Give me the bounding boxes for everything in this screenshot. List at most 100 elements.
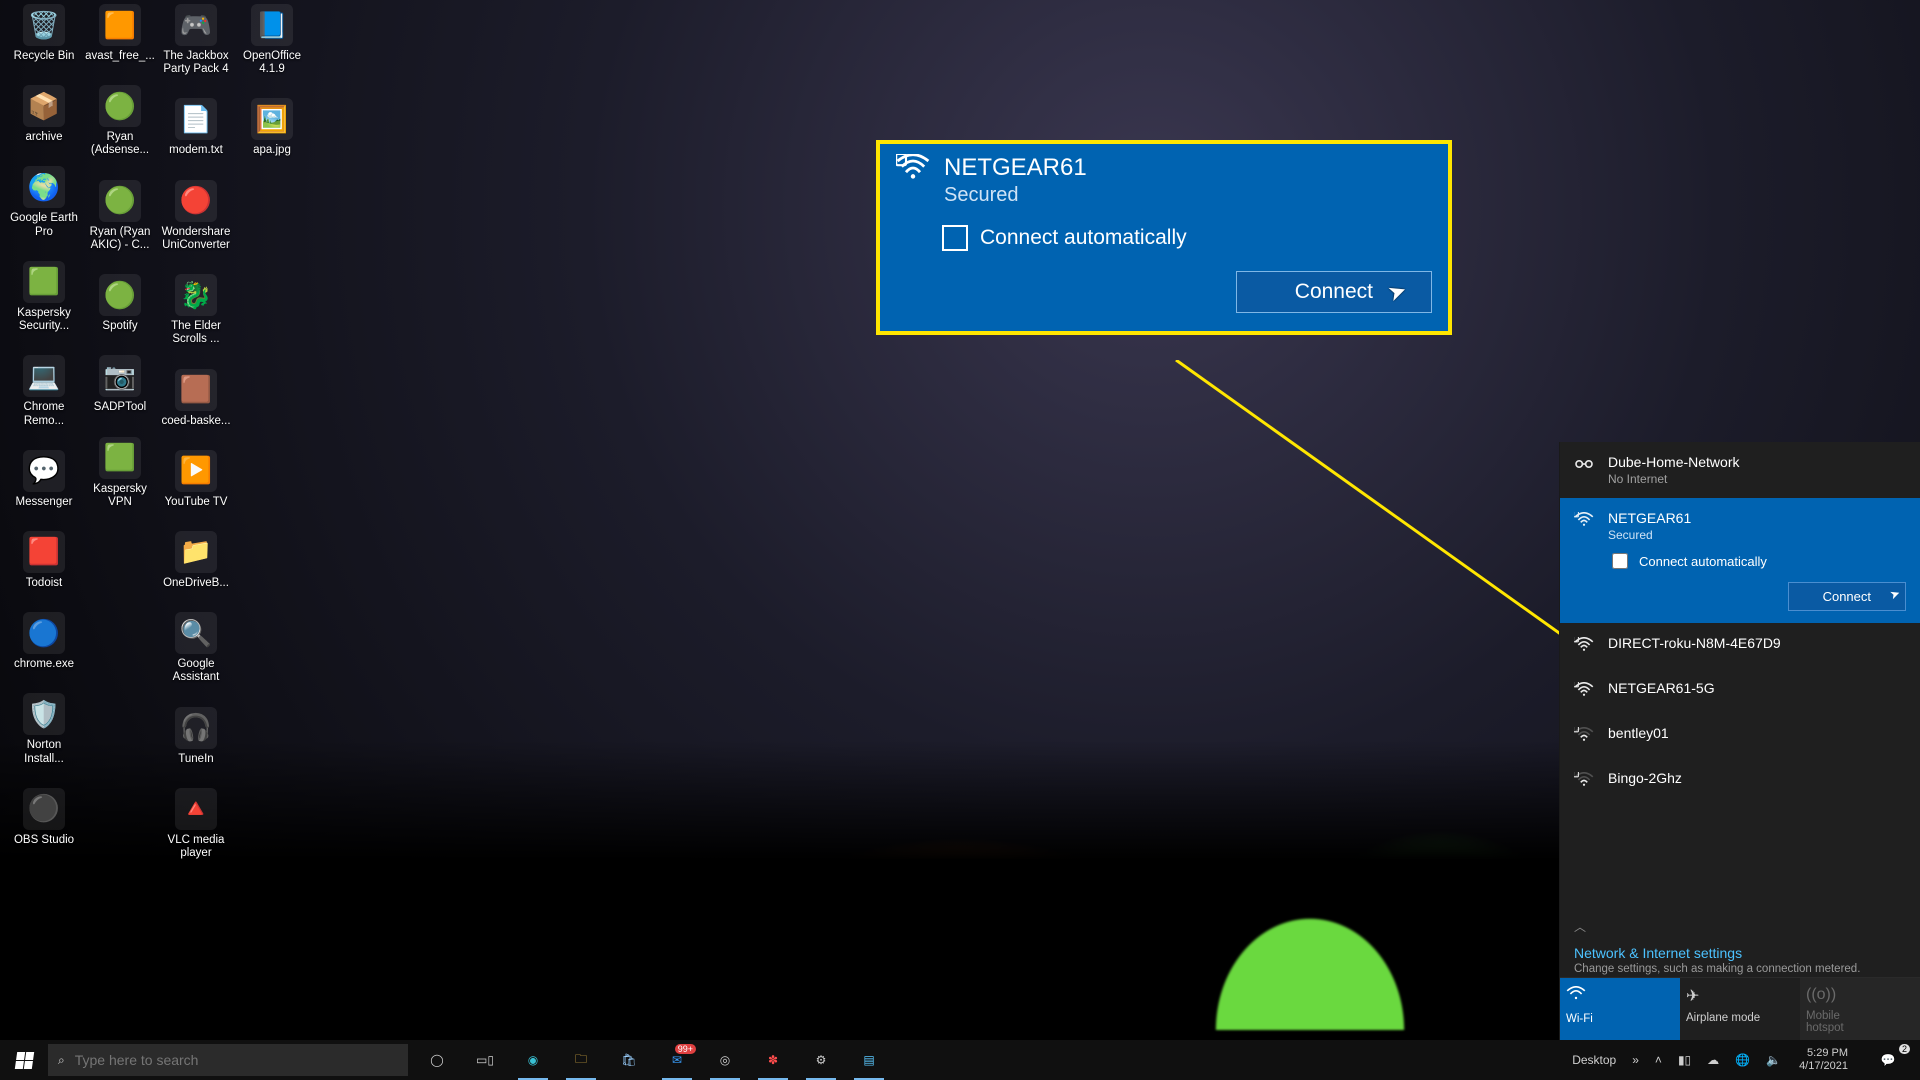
desktop-icon-label: OpenOffice 4.1.9 <box>234 50 310 76</box>
network-settings-link[interactable]: Network & Internet settings <box>1574 945 1742 961</box>
desktop-icon-label: coed-baske... <box>158 415 234 428</box>
airplane-icon: ✈ <box>1686 986 1794 1006</box>
desktop-icon[interactable]: ⚫OBS Studio <box>6 788 82 847</box>
wifi-secure-icon <box>1574 727 1596 746</box>
app-icon: 🟢 <box>99 180 141 222</box>
network-item[interactable]: NETGEAR61SecuredConnect automaticallyCon… <box>1560 498 1920 623</box>
network-list: Dube-Home-NetworkNo Internet NETGEAR61Se… <box>1560 442 1920 916</box>
tray-overflow-icon[interactable]: » <box>1626 1040 1645 1080</box>
network-name: bentley01 <box>1608 725 1906 741</box>
network-quick-toggles: Wi-Fi ✈ Airplane mode ((o)) Mobile hotsp… <box>1560 977 1920 1040</box>
mail-badge: 99+ <box>675 1044 696 1054</box>
tray-chevron-up-icon[interactable]: ˄ <box>1649 1040 1668 1080</box>
desktop-icon-label: archive <box>6 131 82 144</box>
wifi-secure-icon <box>1574 637 1596 656</box>
callout-wifi-netgear61: NETGEAR61 Secured Connect automatically … <box>876 140 1452 335</box>
tray-battery-icon[interactable]: ▮▯ <box>1672 1040 1697 1080</box>
desktop-icon-label: Google Earth Pro <box>6 212 82 238</box>
search-input[interactable] <box>73 1051 398 1069</box>
desktop-icon[interactable]: 🟫coed-baske... <box>158 369 234 428</box>
taskbar-app-edge[interactable]: ◉ <box>510 1040 556 1080</box>
network-name: NETGEAR61-5G <box>1608 680 1906 696</box>
app-icon: 🟩 <box>23 261 65 303</box>
scroll-up-indicator[interactable]: ︿ <box>1560 916 1920 935</box>
desktop-icon-label: OBS Studio <box>6 834 82 847</box>
ethernet-icon <box>1574 456 1596 475</box>
desktop-icon-label: SADPTool <box>82 401 158 414</box>
desktop-icon[interactable]: 🌍Google Earth Pro <box>6 166 82 238</box>
desktop-icon[interactable]: 🟢Ryan (Adsense... <box>82 85 158 157</box>
tray-clock[interactable]: 5:29 PM 4/17/2021 <box>1791 1047 1856 1073</box>
desktop-icon[interactable]: 🐉The Elder Scrolls ... <box>158 274 234 346</box>
desktop-icon[interactable]: 🔵chrome.exe <box>6 612 82 671</box>
tray-network-icon[interactable]: 🌐 <box>1729 1040 1756 1080</box>
desktop-icon[interactable]: 🎮The Jackbox Party Pack 4 <box>158 4 234 76</box>
network-item[interactable]: bentley01 <box>1560 713 1920 758</box>
desktop-icon[interactable]: 📁OneDriveB... <box>158 531 234 590</box>
desktop-icon[interactable]: 🟢 Ryan (Ryan AKIC) - C... <box>82 180 158 252</box>
toggle-wifi[interactable]: Wi-Fi <box>1560 978 1680 1040</box>
desktop-icon[interactable]: 📄modem.txt <box>158 98 234 157</box>
app-icon: 🟧 <box>99 4 141 46</box>
app-icon: 📄 <box>175 98 217 140</box>
system-tray: Desktop » ˄ ▮▯ ☁ 🌐 🔈 5:29 PM 4/17/2021 💬… <box>1566 1040 1920 1080</box>
task-view-button[interactable]: ◯ <box>414 1040 460 1080</box>
auto-connect-checkbox[interactable] <box>1612 553 1628 569</box>
desktop-icon[interactable]: 🔴Wondershare UniConverter <box>158 180 234 252</box>
app-icon: 📷 <box>99 355 141 397</box>
tray-desktop-label[interactable]: Desktop <box>1566 1040 1622 1080</box>
app-icon: 🎧 <box>175 707 217 749</box>
desktop-icon[interactable]: 🟩Kaspersky VPN <box>82 437 158 509</box>
desktop-icon[interactable]: 🔍Google Assistant <box>158 612 234 684</box>
checkbox-icon[interactable] <box>942 225 968 251</box>
desktop-icon[interactable]: 🖼️apa.jpg <box>234 98 310 157</box>
taskbar-search[interactable]: ⌕ <box>48 1044 408 1076</box>
desktop-icon[interactable]: 🔺VLC media player <box>158 788 234 860</box>
callout-network-name: NETGEAR61 <box>944 154 1087 182</box>
network-item[interactable]: DIRECT-roku-N8M-4E67D9 <box>1560 623 1920 668</box>
tray-volume-icon[interactable]: 🔈 <box>1760 1040 1787 1080</box>
desktop-icon[interactable]: 🛡️Norton Install... <box>6 693 82 765</box>
desktop-icon-label: Ryan (Adsense... <box>82 131 158 157</box>
toggle-mobile-hotspot[interactable]: ((o)) Mobile hotspot <box>1800 978 1920 1040</box>
taskbar-app-explorer[interactable]: 🗀 <box>558 1040 604 1080</box>
toggle-hotspot-label: Mobile hotspot <box>1806 1010 1844 1034</box>
callout-auto-connect-row[interactable]: Connect automatically <box>942 225 1432 251</box>
desktop-icon[interactable]: 💬Messenger <box>6 450 82 509</box>
app-icon: 🔵 <box>23 612 65 654</box>
app-icon: 🗑️ <box>23 4 65 46</box>
tray-onedrive-icon[interactable]: ☁ <box>1701 1040 1725 1080</box>
taskbar-app-mail[interactable]: ✉99+ <box>654 1040 700 1080</box>
network-item[interactable]: NETGEAR61-5G <box>1560 668 1920 713</box>
desktop-icon[interactable]: 💻Chrome Remo... <box>6 355 82 427</box>
desktop-icon-label: TuneIn <box>158 753 234 766</box>
network-flyout-panel: Dube-Home-NetworkNo Internet NETGEAR61Se… <box>1559 442 1920 1040</box>
desktop-icon[interactable]: 🟢Spotify <box>82 274 158 333</box>
desktop-icon[interactable]: 🗑️Recycle Bin <box>6 4 82 63</box>
taskbar: ⌕ ◯ ▭▯ ◉ 🗀 🛍 ✉99+ ◎ ✽ ⚙ ▤ Desktop » ˄ ▮▯… <box>0 1040 1920 1080</box>
action-center-button[interactable]: 💬2 <box>1860 1040 1916 1080</box>
desktop-icon[interactable]: 🟧avast_free_... <box>82 4 158 63</box>
cortana-button[interactable]: ▭▯ <box>462 1040 508 1080</box>
taskbar-app-store[interactable]: 🛍 <box>606 1040 652 1080</box>
taskbar-app-generic2[interactable]: ▤ <box>846 1040 892 1080</box>
desktop-icon-label: Ryan (Ryan AKIC) - C... <box>82 226 158 252</box>
desktop-icon[interactable]: 🟩Kaspersky Security... <box>6 261 82 333</box>
taskbar-app-settings[interactable]: ⚙ <box>798 1040 844 1080</box>
toggle-airplane-mode[interactable]: ✈ Airplane mode <box>1680 978 1800 1040</box>
desktop-icon[interactable]: 📘OpenOffice 4.1.9 <box>234 4 310 76</box>
desktop-icon[interactable]: 🎧 TuneIn <box>158 707 234 766</box>
desktop-icon[interactable]: 🟥Todoist <box>6 531 82 590</box>
desktop-icon[interactable]: ▶️YouTube TV <box>158 450 234 509</box>
desktop-icon[interactable]: 📷 SADPTool <box>82 355 158 414</box>
taskbar-app-chrome[interactable]: ◎ <box>702 1040 748 1080</box>
network-item[interactable]: Bingo-2Ghz <box>1560 758 1920 803</box>
taskbar-pinned-apps: ◯ ▭▯ ◉ 🗀 🛍 ✉99+ ◎ ✽ ⚙ ▤ <box>414 1040 892 1080</box>
desktop-icon[interactable]: 📦archive <box>6 85 82 144</box>
network-item[interactable]: Dube-Home-NetworkNo Internet <box>1560 442 1920 498</box>
auto-connect-row[interactable]: Connect automatically <box>1608 550 1906 572</box>
taskbar-app-generic1[interactable]: ✽ <box>750 1040 796 1080</box>
connect-button[interactable]: Connect <box>1788 582 1906 611</box>
desktop-icon-label: VLC media player <box>158 834 234 860</box>
start-button[interactable] <box>0 1040 48 1080</box>
